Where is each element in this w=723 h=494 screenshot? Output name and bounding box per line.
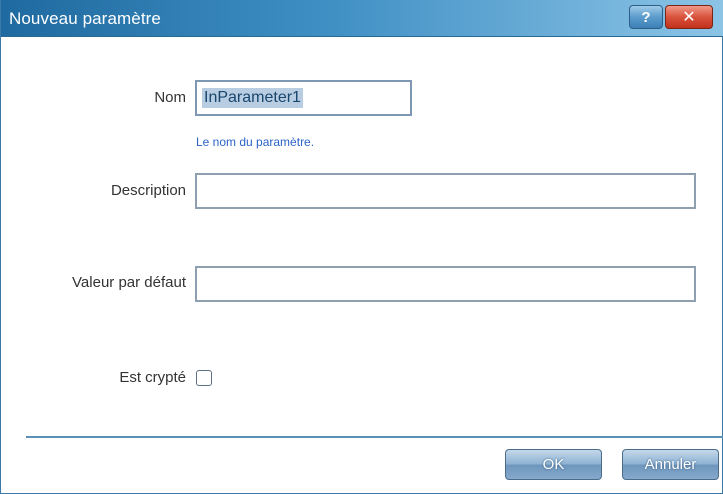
help-button[interactable]: ? (629, 5, 663, 29)
dialog-title: Nouveau paramètre (9, 9, 161, 28)
default-value-input[interactable] (195, 266, 696, 302)
name-selected-text: InParameter1 (202, 88, 303, 108)
close-button[interactable]: ✕ (665, 5, 713, 29)
encrypted-checkbox[interactable] (196, 370, 212, 386)
name-label: Nom (154, 89, 186, 106)
new-parameter-dialog: Nouveau paramètre ? ✕ Nom InParameter1 L… (0, 0, 723, 494)
title-bar[interactable]: Nouveau paramètre ? ✕ (1, 0, 723, 37)
ok-button[interactable]: OK (505, 449, 602, 480)
default-value-label: Valeur par défaut (72, 274, 186, 291)
cancel-button[interactable]: Annuler (622, 449, 719, 480)
description-input[interactable] (195, 173, 696, 209)
encrypted-label: Est crypté (119, 369, 186, 386)
name-hint: Le nom du paramètre. (196, 135, 315, 149)
description-label: Description (110, 182, 186, 199)
help-icon: ? (641, 8, 651, 26)
close-icon: ✕ (682, 9, 696, 26)
dialog-footer (1, 438, 722, 493)
